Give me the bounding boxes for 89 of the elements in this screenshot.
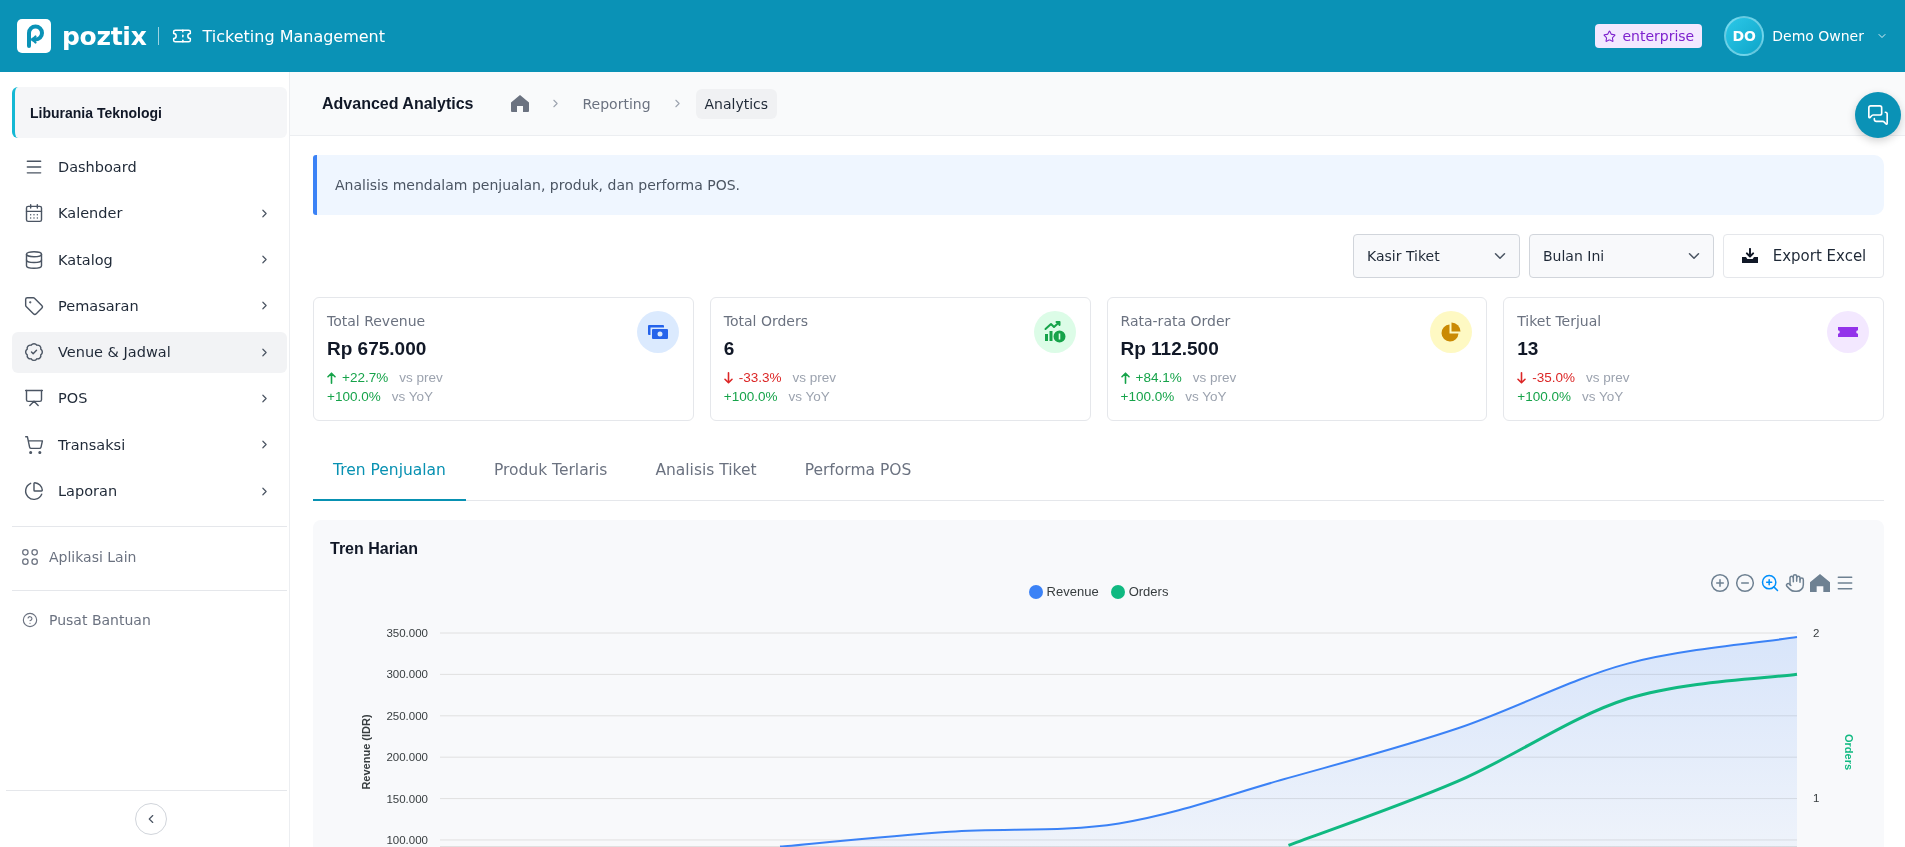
change-value: +100.0% [327,389,381,404]
badge-check-icon [24,342,44,363]
home-icon[interactable] [1810,573,1830,593]
brand-name: poztix [62,21,147,51]
select-field[interactable]: Bulan Ini [1529,234,1714,278]
pie-chart-icon [1430,311,1473,353]
plus-circle-icon[interactable] [1710,573,1730,593]
comparison-label: vs YoY [391,389,433,404]
home-icon[interactable] [511,95,530,112]
breadcrumb-link[interactable]: Reporting [582,95,651,112]
logo-icon[interactable] [17,19,51,53]
change-value: +22.7% [342,370,389,385]
tick-label: 1 [1813,791,1820,804]
comparison-label: vs YoY [1185,389,1227,404]
info-banner: Analisis mendalam penjualan, produk, dan performa POS. [313,155,1884,215]
grid-icon [22,548,38,565]
module-title: Ticketing Management [202,26,386,46]
nav-item[interactable]: Kalender [12,192,287,234]
change-value: +84.1% [1135,370,1182,385]
chat-icon [1867,104,1889,126]
tick-label: 200.000 [386,751,428,764]
change-value: +100.0% [1120,389,1175,404]
cart-icon [24,434,44,455]
stat-title: Total Orders [723,312,809,331]
change-value: +100.0% [1517,389,1571,404]
help-icon [22,612,38,629]
breadcrumb-current[interactable]: Analytics [695,88,778,119]
plan-label: enterprise [1622,28,1695,44]
zoom-in-icon[interactable] [1760,573,1780,593]
nav-item[interactable]: Dashboard [12,146,287,188]
comparison-label: vs YoY [1581,389,1624,404]
hand-icon[interactable] [1785,573,1805,593]
change-value: +100.0% [723,389,778,404]
tag-icon [24,295,44,316]
star-icon [1603,29,1617,43]
user-name[interactable]: Demo Owner [1772,28,1864,44]
nav-item[interactable]: Transaksi [12,424,287,466]
comparison-label: vs prev [792,370,837,385]
ticket-icon [172,26,193,46]
change-value: -35.0% [1532,370,1576,385]
nav-item[interactable]: Laporan [12,470,287,512]
tick-label: 2 [1813,627,1820,639]
legend-label: Revenue [1046,584,1099,599]
tick-label: 350.000 [386,627,428,639]
database-icon [24,249,44,270]
axis-title: Orders [1843,733,1855,771]
select-field[interactable]: Kasir Tiket [1353,234,1520,278]
legend-label: Orders [1128,584,1169,599]
nav-link[interactable]: Pusat Bantuan [12,599,151,641]
comparison-label: vs prev [399,370,443,385]
menu-icon[interactable] [1835,573,1855,593]
stat-title: Tiket Terjual [1517,312,1603,331]
nav-item[interactable]: Pemasaran [12,285,287,327]
menu-icon [24,157,44,177]
stat-title: Total Revenue [327,312,427,331]
comparison-label: vs prev [1586,370,1630,385]
nav-item[interactable]: Katalog [12,239,287,281]
nav-item[interactable]: POS [12,378,287,419]
nav-item[interactable]: Venue & Jadwal [12,331,287,373]
comparison-label: vs YoY [788,389,830,404]
nav-link[interactable]: Aplikasi Lain [12,536,137,578]
export-button[interactable]: Export Excel [1723,234,1884,278]
comparison-label: vs prev [1192,370,1237,385]
stat-value: 13 [1517,337,1540,361]
minus-circle-icon[interactable] [1735,573,1755,593]
tick-label: 300.000 [386,668,428,681]
presentation-icon [24,388,44,409]
stat-value: Rp 675.000 [327,337,428,361]
banknotes-icon [636,311,679,353]
tick-label: 150.000 [386,792,428,805]
ticket-icon [1827,311,1869,353]
download-icon [1740,248,1759,264]
chart-title: Tren Harian [330,539,419,559]
axis-title: Revenue (IDR) [360,714,372,790]
change-value: -33.3% [738,370,782,385]
calendar-icon [24,203,44,224]
stat-title: Rata-rata Order [1120,312,1232,331]
tick-label: 250.000 [386,709,428,722]
tab[interactable]: Analisis Tiket [635,448,777,501]
pie-chart-icon [24,481,44,502]
chart-coin-icon [1033,311,1076,353]
stat-value: 6 [723,337,736,361]
stat-value: Rp 112.500 [1120,337,1220,361]
tick-label: 100.000 [386,833,428,846]
page-title: Advanced Analytics [322,94,474,113]
tab[interactable]: Produk Terlaris [473,448,628,501]
tab[interactable]: Tren Penjualan [313,448,466,501]
organization-header: Liburania Teknologi [12,87,287,138]
tab[interactable]: Performa POS [784,448,932,501]
